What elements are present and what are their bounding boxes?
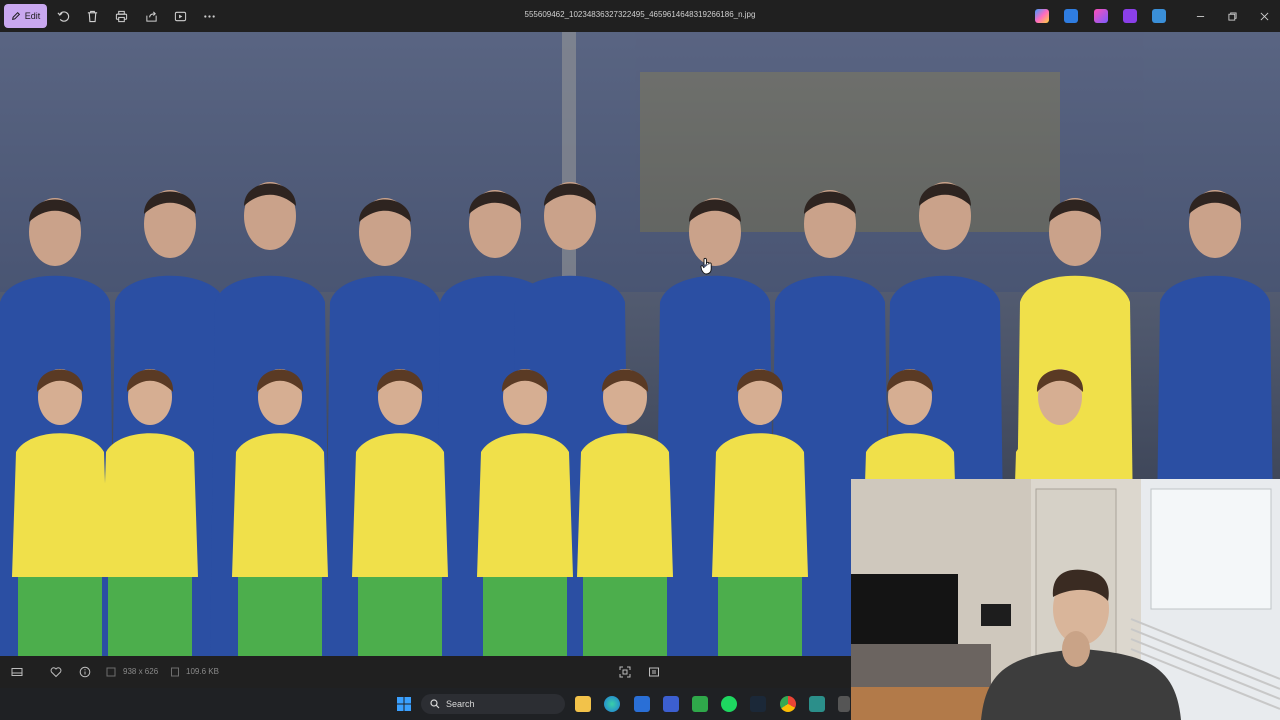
chrome-icon[interactable]: [780, 696, 796, 712]
actual-size-icon: [649, 667, 659, 677]
store-icon[interactable]: [634, 696, 650, 712]
filmstrip-icon: [11, 668, 23, 676]
slideshow-button[interactable]: [172, 8, 188, 24]
more-icon: [203, 14, 215, 18]
share-icon: [145, 10, 157, 22]
search-icon: [430, 699, 440, 709]
print-button[interactable]: [113, 8, 129, 24]
close-icon: [1260, 12, 1268, 20]
favorite-icon: [50, 667, 62, 678]
file-explorer-icon[interactable]: [575, 696, 591, 712]
edit-button[interactable]: Edit: [4, 4, 47, 28]
zoom-fit-icon: [619, 666, 631, 678]
copilot-icon[interactable]: [1035, 9, 1049, 23]
more-options-button[interactable]: [201, 8, 217, 24]
status-bar: 938 x 626 109.6 KB: [0, 656, 851, 688]
delete-button[interactable]: [84, 8, 100, 24]
dimensions-icon: [106, 667, 116, 677]
app-s-icon[interactable]: [809, 696, 825, 712]
overflow-icon[interactable]: [838, 696, 850, 712]
filmstrip-button[interactable]: [10, 665, 24, 679]
filesize-icon: [171, 667, 179, 677]
windows-start-button[interactable]: [396, 696, 412, 712]
app-icon-2[interactable]: [1064, 9, 1078, 23]
info-icon: [79, 666, 91, 678]
edge-icon[interactable]: [604, 696, 620, 712]
app-icon-5[interactable]: [1152, 9, 1166, 23]
search-label: Search: [446, 699, 475, 709]
app-icon-4[interactable]: [1123, 9, 1137, 23]
minimize-button[interactable]: [1192, 8, 1208, 24]
actual-size-button[interactable]: [647, 665, 661, 679]
favorite-button[interactable]: [49, 665, 63, 679]
zoom-fit-button[interactable]: [618, 665, 632, 679]
app-icon-3[interactable]: [1094, 9, 1108, 23]
close-button[interactable]: [1256, 8, 1272, 24]
restore-icon: [1227, 11, 1237, 21]
windows-logo-icon: [397, 697, 411, 711]
file-size: 109.6 KB: [186, 667, 219, 676]
file-name: 555609462_10234836327322495_465961464831…: [524, 10, 756, 19]
app-x-icon[interactable]: [663, 696, 679, 712]
print-icon: [115, 10, 127, 22]
rotate-icon: [56, 10, 69, 22]
webcam-overlay: [851, 479, 1280, 720]
minimize-icon: [1196, 15, 1204, 17]
rotate-button[interactable]: [55, 8, 71, 24]
taskbar-search[interactable]: Search: [421, 694, 565, 714]
image-dimensions: 938 x 626: [123, 667, 159, 676]
webcam-feed: [851, 479, 1280, 720]
restore-button[interactable]: [1224, 8, 1240, 24]
xbox-icon[interactable]: [692, 696, 708, 712]
dimensions-icon-wrap: [104, 665, 118, 679]
info-button[interactable]: [78, 665, 92, 679]
spotify-icon[interactable]: [721, 696, 737, 712]
filesize-icon-wrap: [168, 665, 182, 679]
app-toolbar: Edit 555609462_10234836327322495_4659614…: [0, 0, 1280, 32]
steam-icon[interactable]: [750, 696, 766, 712]
slideshow-icon: [174, 11, 186, 21]
edit-icon: [11, 11, 20, 20]
share-button[interactable]: [143, 8, 159, 24]
edit-label: Edit: [24, 11, 41, 21]
hand-cursor-icon: [700, 257, 712, 275]
delete-icon: [87, 10, 97, 22]
